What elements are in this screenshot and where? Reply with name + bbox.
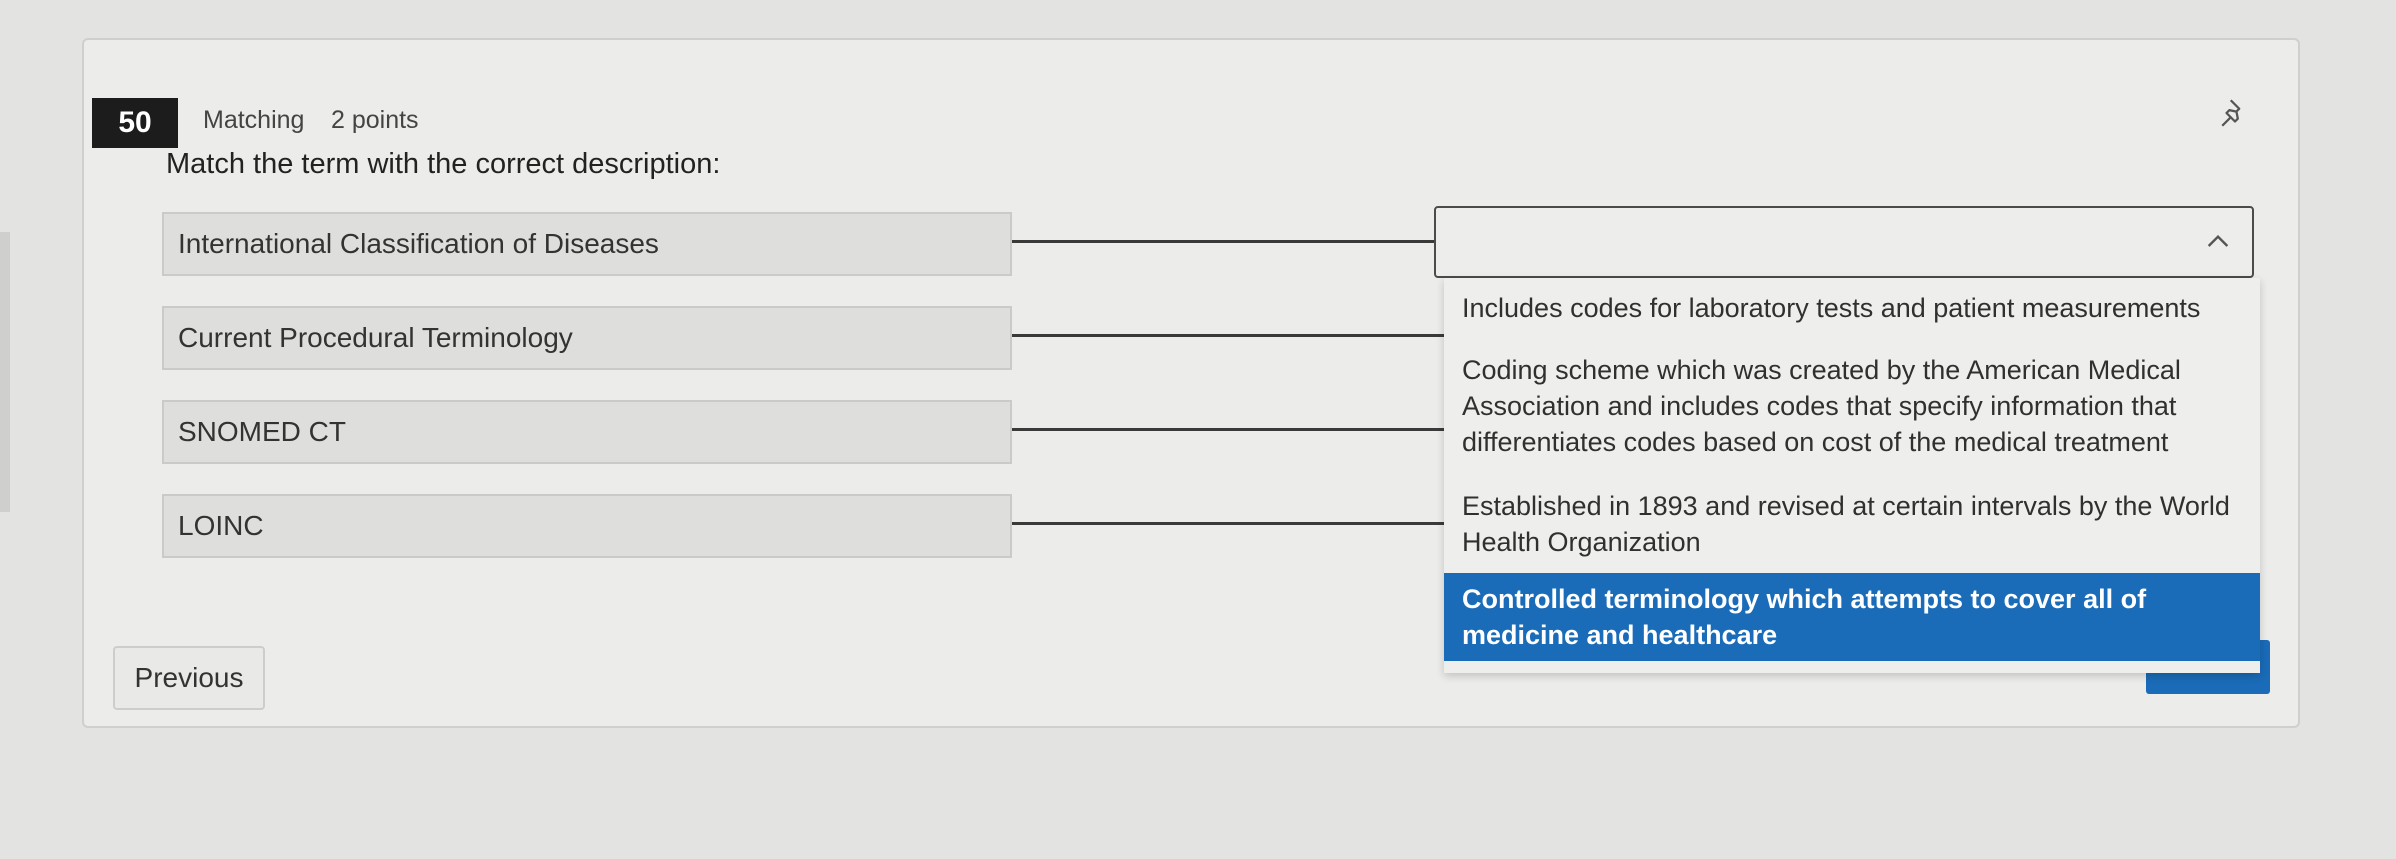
dropdown-option[interactable]: Includes codes for laboratory tests and … [1462,290,2252,326]
side-panel-edge [0,232,10,512]
question-points: 2 points [331,106,419,134]
previous-button[interactable]: Previous [113,646,265,710]
pin-icon[interactable] [2218,96,2252,130]
connector-line [1012,428,1444,431]
term-loinc: LOINC [162,494,1012,558]
term-icd: International Classification of Diseases [162,212,1012,276]
dropdown-option[interactable]: Coding scheme which was created by the A… [1462,352,2252,460]
term-snomed: SNOMED CT [162,400,1012,464]
connector-line [1012,240,1444,243]
connector-line [1012,522,1444,525]
question-type: Matching [203,106,305,134]
dropdown-option[interactable]: Established in 1893 and revised at certa… [1462,488,2252,560]
connector-line [1012,334,1444,337]
chevron-up-icon[interactable] [2202,226,2234,258]
question-prompt: Match the term with the correct descript… [166,148,721,180]
term-cpt: Current Procedural Terminology [162,306,1012,370]
question-number: 50 [92,98,178,148]
dropdown-list: Includes codes for laboratory tests and … [1444,278,2260,673]
description-select[interactable] [1434,206,2254,278]
dropdown-option-highlighted[interactable]: Controlled terminology which attempts to… [1444,573,2260,661]
